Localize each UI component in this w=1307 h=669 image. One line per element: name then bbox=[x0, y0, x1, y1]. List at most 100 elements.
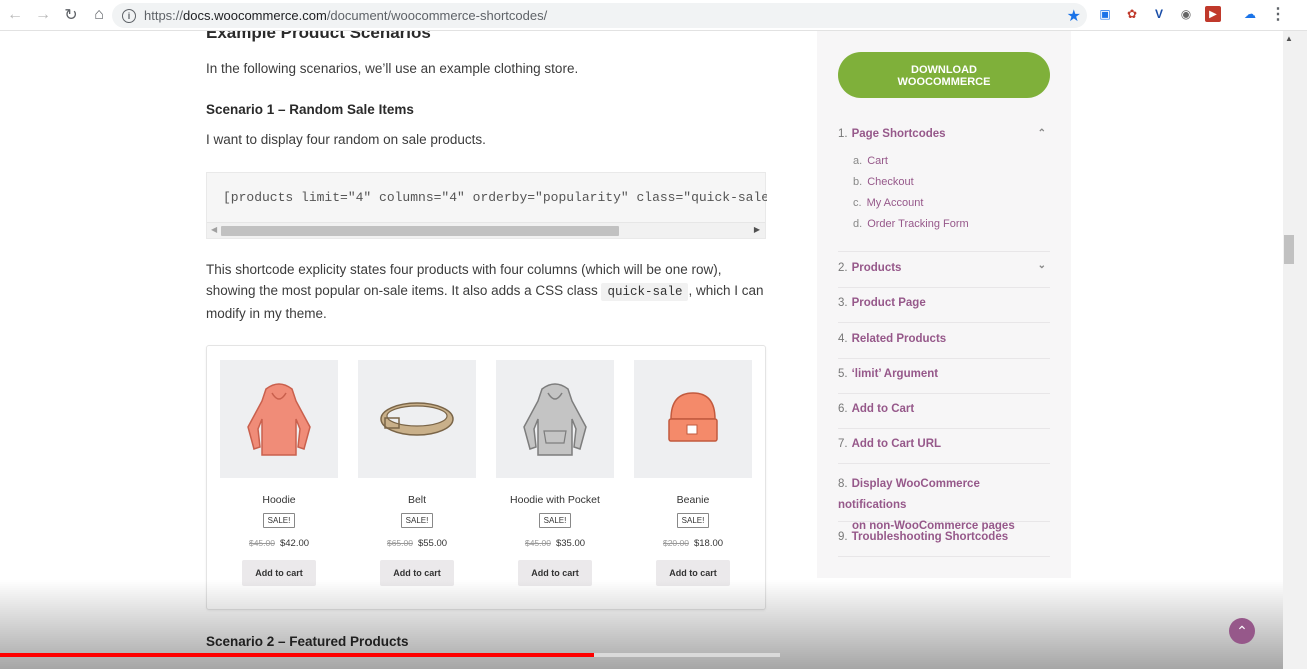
toc-item-products[interactable]: 2. Products ⌄ bbox=[838, 260, 1050, 288]
add-to-cart-button[interactable]: Add to cart bbox=[380, 560, 454, 586]
toc-number: 7. bbox=[838, 438, 848, 450]
toc-divider bbox=[838, 251, 1050, 252]
toc-subitem-order-tracking-form[interactable]: d. Order Tracking Form bbox=[853, 218, 969, 230]
sidebar: DOWNLOAD WOOCOMMERCE 1. Page Shortcodes ⌃… bbox=[817, 31, 1071, 578]
explanation-line-2: showing the most popular on-sale items. … bbox=[206, 283, 598, 298]
toc-subitem-checkout[interactable]: b. Checkout bbox=[853, 176, 914, 188]
scenario-1-title: Scenario 1 – Random Sale Items bbox=[206, 102, 414, 117]
product-price: $65.00 $55.00 bbox=[358, 538, 476, 549]
intro-paragraph: In the following scenarios, we’ll use an… bbox=[206, 61, 579, 76]
camera-extension-icon[interactable]: ▣ bbox=[1097, 6, 1113, 22]
explanation-line-1: This shortcode explicity states four pro… bbox=[206, 262, 722, 277]
subitem-label: My Account bbox=[866, 197, 924, 209]
product-name[interactable]: Hoodie with Pocket bbox=[496, 494, 614, 506]
download-label-line-2: WOOCOMMERCE bbox=[897, 76, 991, 88]
toc-label: ‘limit’ Argument bbox=[851, 368, 939, 380]
explanation-line-2-end: , which I can bbox=[688, 283, 764, 298]
section-heading: Example Product Scenarios bbox=[206, 31, 431, 42]
profile-extension-icon[interactable]: ☁ bbox=[1242, 6, 1258, 22]
toc-label: Display WooCommerce notifications bbox=[838, 478, 980, 511]
scroll-up-icon[interactable]: ▲ bbox=[1285, 34, 1293, 43]
scroll-to-top-button[interactable]: ⌃ bbox=[1229, 618, 1255, 644]
pdf-extension-icon[interactable]: ▶ bbox=[1205, 6, 1221, 22]
subitem-number: a. bbox=[853, 155, 863, 167]
site-info-icon[interactable]: i bbox=[122, 8, 136, 23]
chevron-up-icon[interactable]: ⌃ bbox=[1038, 128, 1046, 139]
chevron-down-icon[interactable]: ⌄ bbox=[1038, 260, 1046, 271]
product-image-beanie[interactable] bbox=[634, 360, 752, 478]
page-vertical-scrollbar[interactable]: ▲ bbox=[1283, 31, 1307, 669]
code-horizontal-scrollbar[interactable]: ◀ ▶ bbox=[207, 222, 765, 238]
explanation-line-3: modify in my theme. bbox=[206, 306, 327, 321]
product-name[interactable]: Hoodie bbox=[220, 494, 338, 506]
toc-number: 1. bbox=[838, 128, 848, 140]
toc-item-add-to-cart-url[interactable]: 7. Add to Cart URL bbox=[838, 438, 1050, 464]
screenshot-extension-icon[interactable]: ◉ bbox=[1178, 6, 1194, 22]
toc-item-add-to-cart[interactable]: 6. Add to Cart bbox=[838, 403, 1050, 429]
toc-label: Products bbox=[851, 262, 902, 274]
code-block: [products limit="4" columns="4" orderby=… bbox=[206, 172, 767, 239]
toc-subitem-my-account[interactable]: c. My Account bbox=[853, 197, 923, 209]
page-scrollbar-thumb[interactable] bbox=[1284, 235, 1294, 264]
sale-badge: SALE! bbox=[400, 513, 434, 528]
toc-item-troubleshooting-shortcodes[interactable]: 9. Troubleshooting Shortcodes bbox=[838, 531, 1050, 557]
toc-item-related-products[interactable]: 4. Related Products bbox=[838, 333, 1050, 359]
scroll-right-icon[interactable]: ▶ bbox=[754, 225, 760, 234]
bookmark-star-icon[interactable]: ★ bbox=[1067, 6, 1081, 26]
subitem-label: Checkout bbox=[867, 176, 914, 188]
chevron-up-icon: ⌃ bbox=[1236, 622, 1248, 639]
toc-label: Add to Cart URL bbox=[851, 438, 942, 450]
toc-number: 4. bbox=[838, 333, 848, 345]
sale-price: $42.00 bbox=[279, 538, 310, 549]
code-scrollbar-thumb[interactable] bbox=[221, 226, 619, 236]
reload-icon[interactable]: ↻ bbox=[58, 2, 84, 28]
add-to-cart-button[interactable]: Add to cart bbox=[656, 560, 730, 586]
toc-item-limit-argument[interactable]: 5. ‘limit’ Argument bbox=[838, 368, 1050, 394]
toc-label: Troubleshooting Shortcodes bbox=[851, 531, 1009, 543]
toc-number: 2. bbox=[838, 262, 848, 274]
product-image-hoodie-with-pocket[interactable] bbox=[496, 360, 614, 478]
forward-arrow-icon[interactable]: → bbox=[30, 2, 56, 28]
toc-subitem-cart[interactable]: a. Cart bbox=[853, 155, 888, 167]
extension-icon[interactable]: ✿ bbox=[1124, 6, 1140, 22]
product-image-hoodie[interactable] bbox=[220, 360, 338, 478]
sale-price: $18.00 bbox=[693, 538, 724, 549]
subitem-label: Order Tracking Form bbox=[867, 218, 969, 230]
toc-label: Add to Cart bbox=[851, 403, 915, 415]
subitem-number: c. bbox=[853, 197, 862, 209]
toc-number: 6. bbox=[838, 403, 848, 415]
url-host: docs.woocommerce.com bbox=[183, 8, 327, 23]
old-price: $45.00 bbox=[248, 538, 275, 548]
vimeo-extension-icon[interactable]: V bbox=[1151, 6, 1167, 22]
back-arrow-icon[interactable]: ← bbox=[2, 2, 28, 28]
product-price: $45.00 $35.00 bbox=[496, 538, 614, 549]
sale-badge: SALE! bbox=[538, 513, 572, 528]
sale-price: $55.00 bbox=[417, 538, 448, 549]
product-card: Hoodie with Pocket SALE! $45.00 $35.00 Ad… bbox=[496, 360, 614, 586]
toc-number: 8. bbox=[838, 478, 848, 490]
subitem-label: Cart bbox=[867, 155, 888, 167]
toc-item-page-shortcodes[interactable]: 1. Page Shortcodes ⌃ bbox=[838, 128, 1050, 250]
add-to-cart-button[interactable]: Add to cart bbox=[242, 560, 316, 586]
toc-label: Product Page bbox=[851, 297, 926, 309]
home-icon[interactable]: ⌂ bbox=[86, 2, 112, 28]
scroll-left-icon[interactable]: ◀ bbox=[211, 225, 217, 234]
product-name[interactable]: Belt bbox=[358, 494, 476, 506]
add-to-cart-button[interactable]: Add to cart bbox=[518, 560, 592, 586]
product-grid: Hoodie SALE! $45.00 $42.00 Add to cart Be… bbox=[206, 345, 766, 610]
download-woocommerce-button[interactable]: DOWNLOAD WOOCOMMERCE bbox=[838, 52, 1050, 98]
product-image-belt[interactable] bbox=[358, 360, 476, 478]
toc-item-display-notifications[interactable]: 8. Display WooCommerce notifications on n… bbox=[838, 474, 1050, 532]
url-path: /document/woocommerce-shortcodes/ bbox=[326, 8, 548, 23]
video-progress-bar[interactable] bbox=[0, 653, 780, 657]
toc-item-product-page[interactable]: 3. Product Page bbox=[838, 297, 1050, 323]
product-name[interactable]: Beanie bbox=[634, 494, 752, 506]
scenario-2-title: Scenario 2 – Featured Products bbox=[206, 634, 409, 649]
old-price: $65.00 bbox=[386, 538, 413, 548]
address-bar[interactable]: i https://docs.woocommerce.com/document/… bbox=[112, 3, 1087, 28]
old-price: $20.00 bbox=[662, 538, 689, 548]
toc-number: 9. bbox=[838, 531, 848, 543]
menu-kebab-icon[interactable]: ⋮ bbox=[1270, 6, 1286, 23]
toc-number: 3. bbox=[838, 297, 848, 309]
sale-price: $35.00 bbox=[555, 538, 586, 549]
